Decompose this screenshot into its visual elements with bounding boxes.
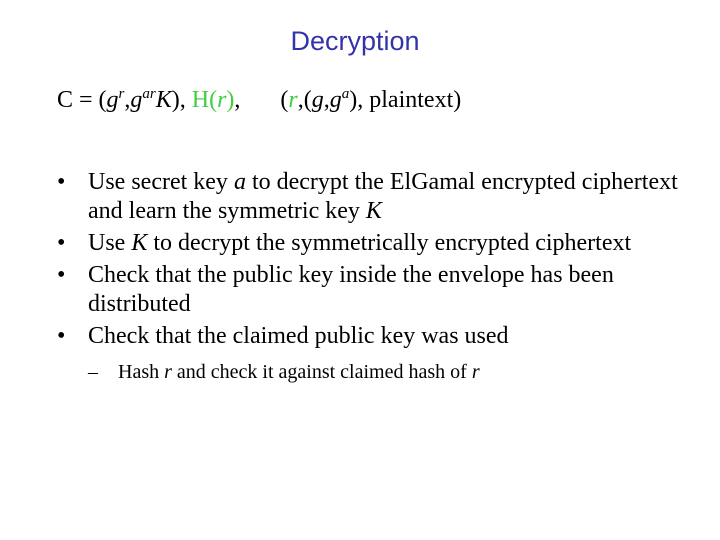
var-K: K bbox=[131, 230, 148, 256]
dash-icon: – bbox=[88, 361, 98, 383]
formula-g: g bbox=[106, 87, 119, 113]
slide-title: Decryption bbox=[290, 26, 420, 56]
bullet-text: to decrypt the symmetrically encrypted c… bbox=[147, 230, 632, 256]
bullet-item: • Check that the claimed public key was … bbox=[57, 322, 697, 385]
formula-symmetric-key: K bbox=[155, 87, 172, 113]
sub-bullet-item: – Hash r and check it against claimed ha… bbox=[88, 359, 697, 385]
bullet-text: Check that the public key inside the env… bbox=[88, 262, 614, 317]
bullet-item: • Use K to decrypt the symmetrically enc… bbox=[57, 229, 697, 258]
sub-bullet-text: Hash bbox=[118, 361, 165, 383]
formula-g: g bbox=[130, 87, 143, 113]
var-r: r bbox=[471, 361, 480, 383]
bullet-icon: • bbox=[57, 323, 66, 349]
formula-exp-r: r bbox=[118, 86, 125, 102]
var-K: K bbox=[365, 198, 382, 224]
bullet-text: Use bbox=[88, 230, 132, 256]
formula-comma: , bbox=[234, 87, 241, 113]
formula-c-label: C = ( bbox=[57, 87, 107, 113]
formula-hash: H(r) bbox=[191, 87, 235, 113]
formula-close: ), bbox=[171, 87, 192, 113]
bullet-icon: • bbox=[57, 230, 66, 256]
sub-bullet-list: – Hash r and check it against claimed ha… bbox=[88, 359, 697, 385]
sub-bullet-text: and check it against claimed hash of bbox=[171, 361, 472, 383]
bullet-item: • Use secret key a to decrypt the ElGama… bbox=[57, 168, 697, 226]
formula-exp-ar: ar bbox=[142, 86, 156, 102]
bullet-text: Check that the claimed public key was us… bbox=[88, 323, 509, 349]
var-a: a bbox=[233, 169, 246, 195]
bullet-list: • Use secret key a to decrypt the ElGama… bbox=[57, 168, 697, 388]
bullet-icon: • bbox=[57, 262, 66, 288]
var-r: r bbox=[164, 361, 172, 383]
bullet-text: Use secret key bbox=[88, 169, 234, 195]
bullet-item: • Check that the public key inside the e… bbox=[57, 261, 697, 319]
formula-envelope: (r,(g,ga), plaintext) bbox=[280, 86, 462, 113]
formula-envelope-r: r bbox=[288, 87, 298, 113]
bullet-icon: • bbox=[57, 169, 66, 195]
ciphertext-formula: C = (gr,garK), H(r), (r,(g,ga), plaintext… bbox=[57, 86, 462, 114]
